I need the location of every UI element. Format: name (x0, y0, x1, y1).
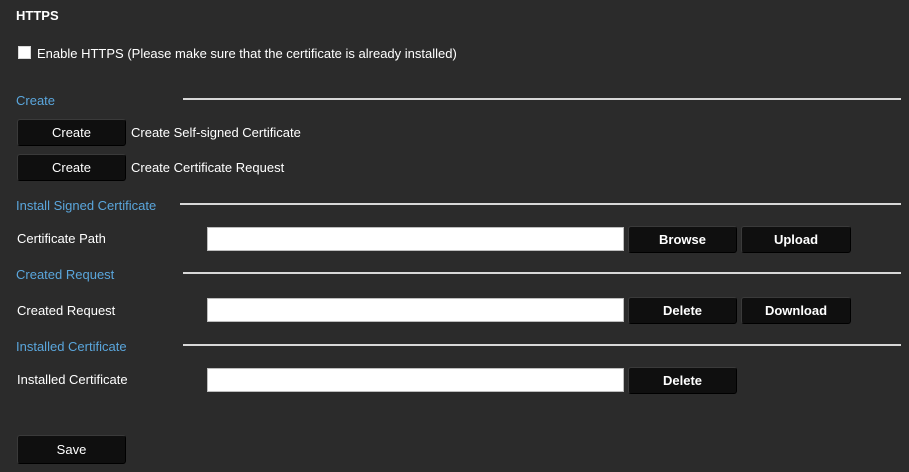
enable-https-label: Enable HTTPS (Please make sure that the … (37, 46, 457, 61)
create-request-text: Create Certificate Request (131, 160, 285, 175)
browse-button[interactable]: Browse (628, 226, 737, 253)
installed-certificate-label: Installed Certificate (17, 372, 128, 387)
save-button[interactable]: Save (17, 435, 126, 464)
section-divider-create (183, 98, 901, 100)
create-request-button[interactable]: Create (17, 154, 126, 181)
installed-certificate-input[interactable] (207, 368, 624, 392)
section-label-created-request: Created Request (16, 267, 115, 282)
created-request-label: Created Request (17, 303, 116, 318)
create-self-signed-button[interactable]: Create (17, 119, 126, 146)
delete-request-button[interactable]: Delete (628, 297, 737, 324)
create-self-signed-text: Create Self-signed Certificate (131, 125, 301, 140)
created-request-input[interactable] (207, 298, 624, 322)
section-label-installed-certificate: Installed Certificate (16, 339, 127, 354)
download-button[interactable]: Download (741, 297, 851, 324)
page-title: HTTPS (16, 8, 59, 23)
upload-button[interactable]: Upload (741, 226, 851, 253)
section-label-install: Install Signed Certificate (16, 198, 157, 213)
section-label-create: Create (16, 93, 56, 108)
enable-https-checkbox[interactable] (18, 46, 31, 59)
certificate-path-label: Certificate Path (17, 231, 106, 246)
section-divider-created-request (183, 272, 901, 274)
section-divider-installed-certificate (183, 344, 901, 346)
section-divider-install (180, 203, 901, 205)
delete-installed-button[interactable]: Delete (628, 367, 737, 394)
certificate-path-input[interactable] (207, 227, 624, 251)
